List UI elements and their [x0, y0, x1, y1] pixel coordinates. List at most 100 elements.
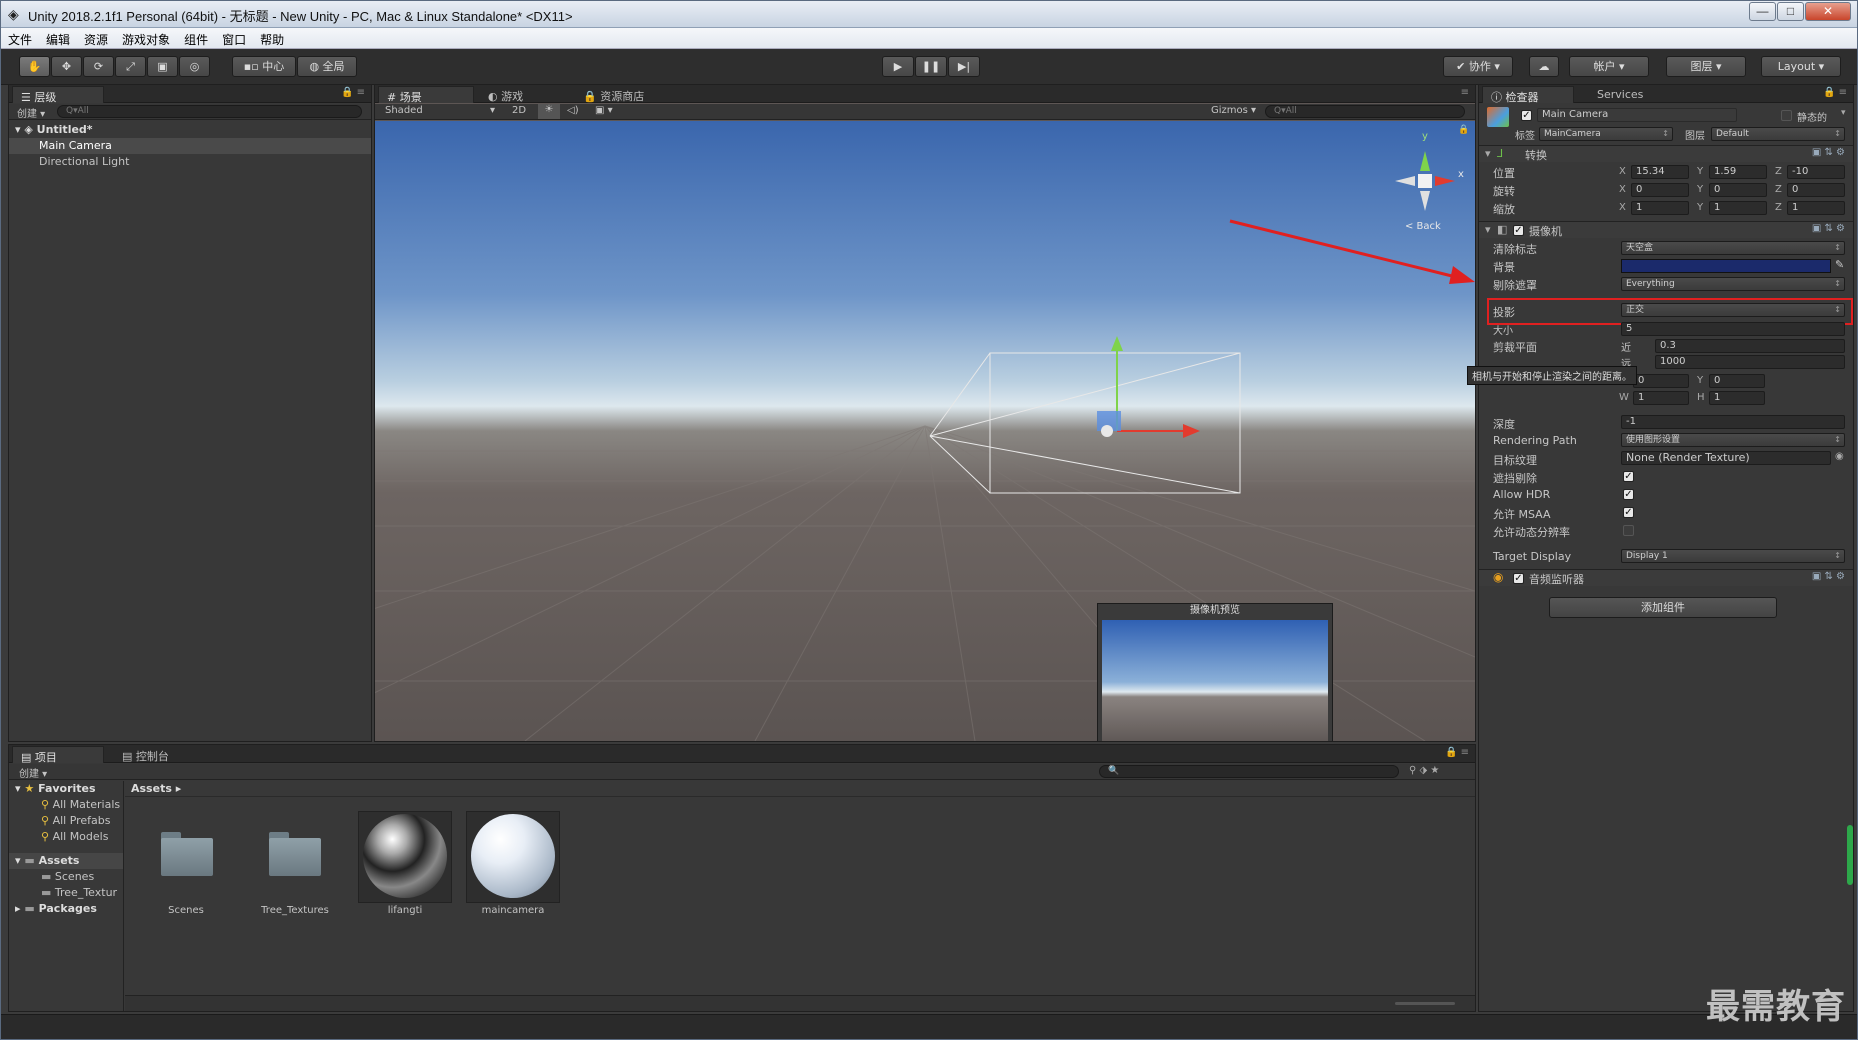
tab-hierarchy[interactable]: ☰ 层级 [12, 86, 104, 104]
move-gizmo-y-arrow[interactable] [1111, 336, 1123, 351]
clear-flags-dropdown[interactable]: 天空盒 [1621, 241, 1845, 255]
menu-help[interactable]: 帮助 [253, 28, 291, 48]
occlusion-culling-checkbox[interactable]: ✓ [1623, 471, 1634, 482]
target-texture-field[interactable]: None (Render Texture) [1621, 451, 1831, 465]
favorites-node[interactable]: ▾ ★ Favorites [9, 781, 123, 797]
component-settings-icon[interactable]: ▣ ⇅ ⚙ [1812, 571, 1845, 582]
close-button[interactable]: ✕ [1805, 2, 1851, 21]
far-plane-field[interactable]: 1000 [1655, 355, 1845, 369]
create-dropdown[interactable]: 创建 ▾ [19, 765, 47, 780]
create-dropdown[interactable]: 创建 ▾ [17, 105, 45, 120]
component-settings-icon[interactable]: ▣ ⇅ ⚙ [1812, 223, 1845, 234]
favorite-all-prefabs[interactable]: ⚲ All Prefabs [9, 813, 123, 829]
allow-hdr-checkbox[interactable]: ✓ [1623, 489, 1634, 500]
packages-node[interactable]: ▸ ▬ Packages [9, 901, 123, 917]
transform-tool-icon[interactable]: ◎ [179, 56, 210, 77]
zoom-slider[interactable] [1395, 1002, 1455, 1005]
favorite-all-materials[interactable]: ⚲ All Materials [9, 797, 123, 813]
audio-listener-checkbox[interactable]: ✓ [1513, 573, 1524, 584]
menu-edit[interactable]: 编辑 [39, 28, 77, 48]
tab-services[interactable]: Services [1589, 86, 1669, 103]
allow-msaa-checkbox[interactable]: ✓ [1623, 507, 1634, 518]
scale-x-field[interactable]: 1 [1631, 201, 1689, 215]
move-gizmo-x-arrow[interactable] [1183, 424, 1200, 438]
camera-enabled-checkbox[interactable]: ✓ [1513, 225, 1524, 236]
audio-icon[interactable]: ◁) [567, 105, 579, 116]
folder-icon[interactable] [157, 830, 215, 878]
layers-dropdown[interactable]: 图层 ▾ [1666, 56, 1746, 77]
pause-button[interactable]: ❚❚ [915, 56, 947, 77]
asset-item-label[interactable]: maincamera [466, 905, 560, 916]
shading-dropdown[interactable]: Shaded ▾ [385, 105, 495, 116]
move-tool-icon[interactable]: ✥ [51, 56, 82, 77]
pivot-center-button[interactable]: ▪▫ 中心 [232, 56, 296, 77]
tag-dropdown[interactable]: MainCamera [1539, 127, 1673, 141]
minimize-button[interactable]: — [1749, 2, 1776, 21]
account-dropdown[interactable]: 帐户 ▾ [1569, 56, 1649, 77]
scrollbar-thumb[interactable] [1847, 825, 1853, 885]
add-component-button[interactable]: 添加组件 [1549, 597, 1777, 618]
dynamic-resolution-checkbox[interactable] [1623, 525, 1634, 536]
layout-dropdown[interactable]: Layout ▾ [1761, 56, 1841, 77]
collab-dropdown[interactable]: ✔ 协作 ▾ [1443, 56, 1513, 77]
rotate-tool-icon[interactable]: ⟳ [83, 56, 114, 77]
rotation-x-field[interactable]: 0 [1631, 183, 1689, 197]
eyedropper-icon[interactable]: ✎ [1835, 258, 1844, 271]
object-picker-icon[interactable]: ◉ [1835, 451, 1844, 462]
rendering-path-dropdown[interactable]: 使用图形设置 [1621, 433, 1845, 447]
menu-gameobject[interactable]: 游戏对象 [115, 28, 177, 48]
play-button[interactable]: ▶ [882, 56, 914, 77]
panel-menu-icon[interactable]: ≡ [1461, 87, 1469, 98]
folder-tree-textures[interactable]: ▬ Tree_Textur [9, 885, 123, 901]
tab-console[interactable]: ▤ 控制台 [114, 746, 194, 763]
global-local-button[interactable]: ◍ 全局 [297, 56, 357, 77]
asset-item-label[interactable]: Tree_Textures [249, 905, 341, 916]
step-button[interactable]: ▶| [948, 56, 980, 77]
tab-inspector[interactable]: ⓘ 检查器 [1482, 86, 1574, 104]
panel-menu-icon[interactable]: 🔒 ≡ [1445, 747, 1469, 758]
tab-asset-store[interactable]: 🔒 资源商店 [575, 86, 675, 103]
filter-icons[interactable]: ⚲ ⬗ ★ [1409, 765, 1439, 776]
asset-item-label[interactable]: lifangti [358, 905, 452, 916]
toggle-2d-button[interactable]: 2D [512, 105, 526, 116]
rect-tool-icon[interactable]: ▣ [147, 56, 178, 77]
static-checkbox[interactable] [1781, 110, 1792, 121]
layer-dropdown[interactable]: Default [1711, 127, 1845, 141]
audio-listener-header[interactable]: ◉ ✓ 音频监听器 ▣ ⇅ ⚙ [1479, 569, 1853, 586]
viewport-h-field[interactable]: 1 [1709, 391, 1765, 405]
gizmos-dropdown[interactable]: Gizmos ▾ [1211, 105, 1256, 116]
folder-scenes[interactable]: ▬ Scenes [9, 869, 123, 885]
menu-component[interactable]: 组件 [177, 28, 215, 48]
transform-header[interactable]: ▾ ⅃ 转换 ▣ ⇅ ⚙ [1479, 145, 1853, 162]
projection-dropdown[interactable]: 正交 [1621, 303, 1845, 317]
viewport-y-field[interactable]: 0 [1709, 374, 1765, 388]
static-dropdown-icon[interactable]: ▾ [1841, 108, 1846, 118]
cloud-icon[interactable]: ☁ [1529, 56, 1559, 77]
scale-y-field[interactable]: 1 [1709, 201, 1767, 215]
assets-node[interactable]: ▾ ▬ Assets [9, 853, 123, 869]
object-name-field[interactable]: Main Camera [1537, 108, 1737, 122]
menu-window[interactable]: 窗口 [215, 28, 253, 48]
project-search-input[interactable]: 🔍 [1099, 765, 1399, 778]
tab-game[interactable]: ◐ 游戏 [480, 86, 560, 103]
folder-icon[interactable] [265, 830, 323, 878]
position-z-field[interactable]: -10 [1787, 165, 1845, 179]
fold-arrow-icon[interactable]: ▾ [1485, 223, 1491, 236]
hierarchy-item-main-camera[interactable]: Main Camera [9, 138, 371, 154]
lock-icon[interactable]: 🔒 [1458, 125, 1469, 135]
effects-icon[interactable]: ▣ ▾ [595, 105, 613, 116]
background-color-swatch[interactable] [1621, 259, 1831, 273]
component-settings-icon[interactable]: ▣ ⇅ ⚙ [1812, 147, 1845, 158]
hand-tool-icon[interactable]: ✋ [19, 56, 50, 77]
position-y-field[interactable]: 1.59 [1709, 165, 1767, 179]
position-x-field[interactable]: 15.34 [1631, 165, 1689, 179]
tab-scene[interactable]: # 场景 [378, 86, 474, 104]
menu-file[interactable]: 文件 [1, 28, 39, 48]
menu-assets[interactable]: 资源 [77, 28, 115, 48]
material-thumbnail-maincamera[interactable] [466, 811, 560, 903]
scale-z-field[interactable]: 1 [1787, 201, 1845, 215]
asset-item-label[interactable]: Scenes [145, 905, 227, 916]
scene-viewport[interactable]: y x < Back 🔒 摄像机预览 [375, 121, 1475, 741]
viewport-w-field[interactable]: 1 [1633, 391, 1689, 405]
near-plane-field[interactable]: 0.3 [1655, 339, 1845, 353]
